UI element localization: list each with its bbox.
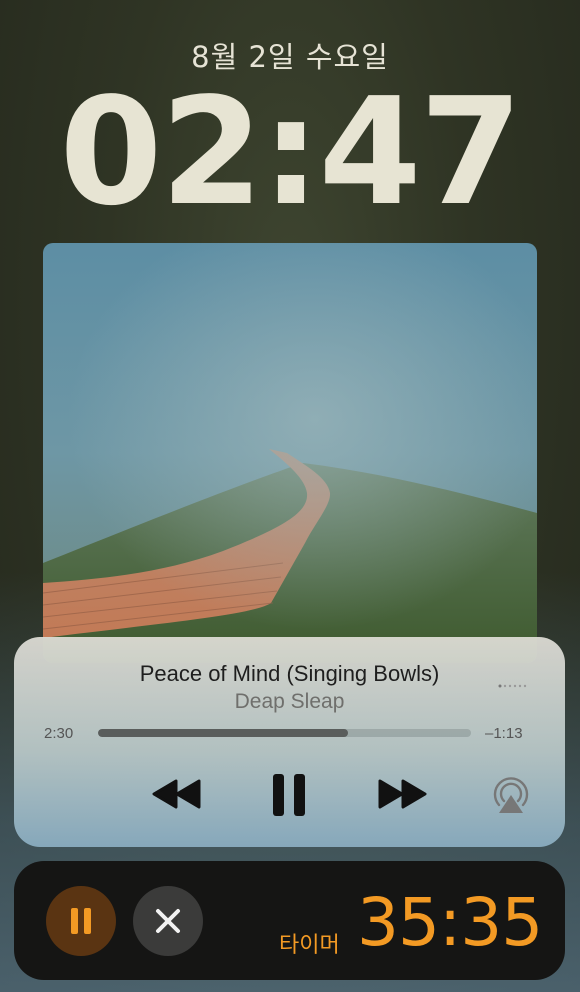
timer-countdown: 35:35 (357, 884, 543, 961)
playback-progress-fill (98, 729, 348, 737)
track-title: Peace of Mind (Singing Bowls) (139, 661, 440, 686)
pause-icon (273, 774, 305, 816)
remaining-time: –1:13 (485, 725, 523, 742)
playback-scrubber[interactable] (98, 729, 471, 737)
audio-level-icon (498, 676, 528, 694)
timer-live-activity: 타이머 35:35 (14, 861, 565, 980)
timer-pause-button[interactable] (46, 886, 116, 956)
airplay-button[interactable] (490, 775, 532, 820)
timer-cancel-button[interactable] (133, 886, 203, 956)
pause-icon (71, 908, 91, 934)
track-artist: Deap Sleap (234, 690, 345, 713)
airplay-icon (493, 777, 529, 813)
timer-label: 타이머 (279, 933, 340, 958)
rewind-icon (152, 779, 201, 809)
album-artwork (43, 243, 537, 663)
fast-forward-button[interactable] (376, 778, 428, 815)
close-icon (156, 909, 180, 933)
rewind-button[interactable] (152, 778, 204, 815)
fast-forward-icon (378, 779, 427, 809)
pause-button[interactable] (271, 772, 307, 823)
now-playing-widget: Peace of Mind (Singing Bowls) Deap Sleap… (14, 637, 565, 847)
lock-screen-clock: 02:47 (59, 66, 522, 238)
elapsed-time: 2:30 (44, 725, 74, 742)
